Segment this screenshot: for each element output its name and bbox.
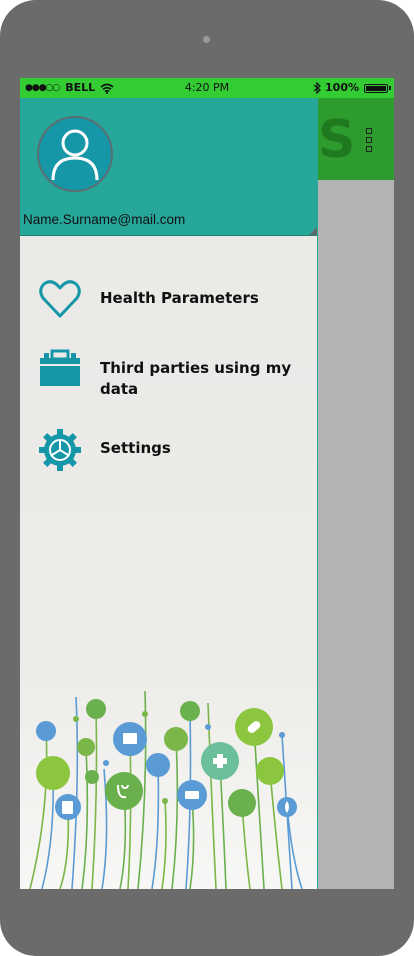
user-icon (51, 129, 99, 181)
status-bar: ●●●○○ BELL 4:20 PM 100% (20, 78, 394, 98)
menu-item-health-parameters[interactable]: Health Parameters (20, 280, 317, 340)
app-title: S (318, 110, 356, 170)
navigation-drawer: Name.Surname@mail.com Health Parameters (20, 98, 318, 889)
kebab-menu-icon[interactable] (366, 128, 372, 155)
screen: ●●●○○ BELL 4:20 PM 100% S Name.Surname@m… (20, 78, 394, 889)
app-header: S (318, 98, 394, 180)
health-illustration (29, 690, 303, 889)
menu-item-label: Third parties using my data (100, 359, 292, 398)
heart-icon (39, 280, 81, 318)
header-corner (309, 227, 317, 235)
battery-fill (366, 85, 386, 91)
battery-percent: 100% (325, 81, 359, 94)
battery-icon (364, 83, 391, 93)
briefcase-icon (40, 349, 80, 386)
user-email: Name.Surname@mail.com (23, 212, 186, 227)
menu-item-third-parties[interactable]: Third parties using my data (20, 349, 317, 410)
menu-item-settings[interactable]: Settings (20, 428, 317, 488)
camera-dot (203, 36, 210, 43)
bluetooth-icon (313, 82, 321, 94)
gear-icon (39, 429, 81, 471)
menu-item-label: Health Parameters (100, 289, 259, 307)
drawer-header: Name.Surname@mail.com (20, 98, 317, 236)
avatar[interactable] (37, 116, 113, 192)
phone-frame: ●●●○○ BELL 4:20 PM 100% S Name.Surname@m… (0, 0, 414, 956)
menu-item-label: Settings (100, 439, 171, 457)
